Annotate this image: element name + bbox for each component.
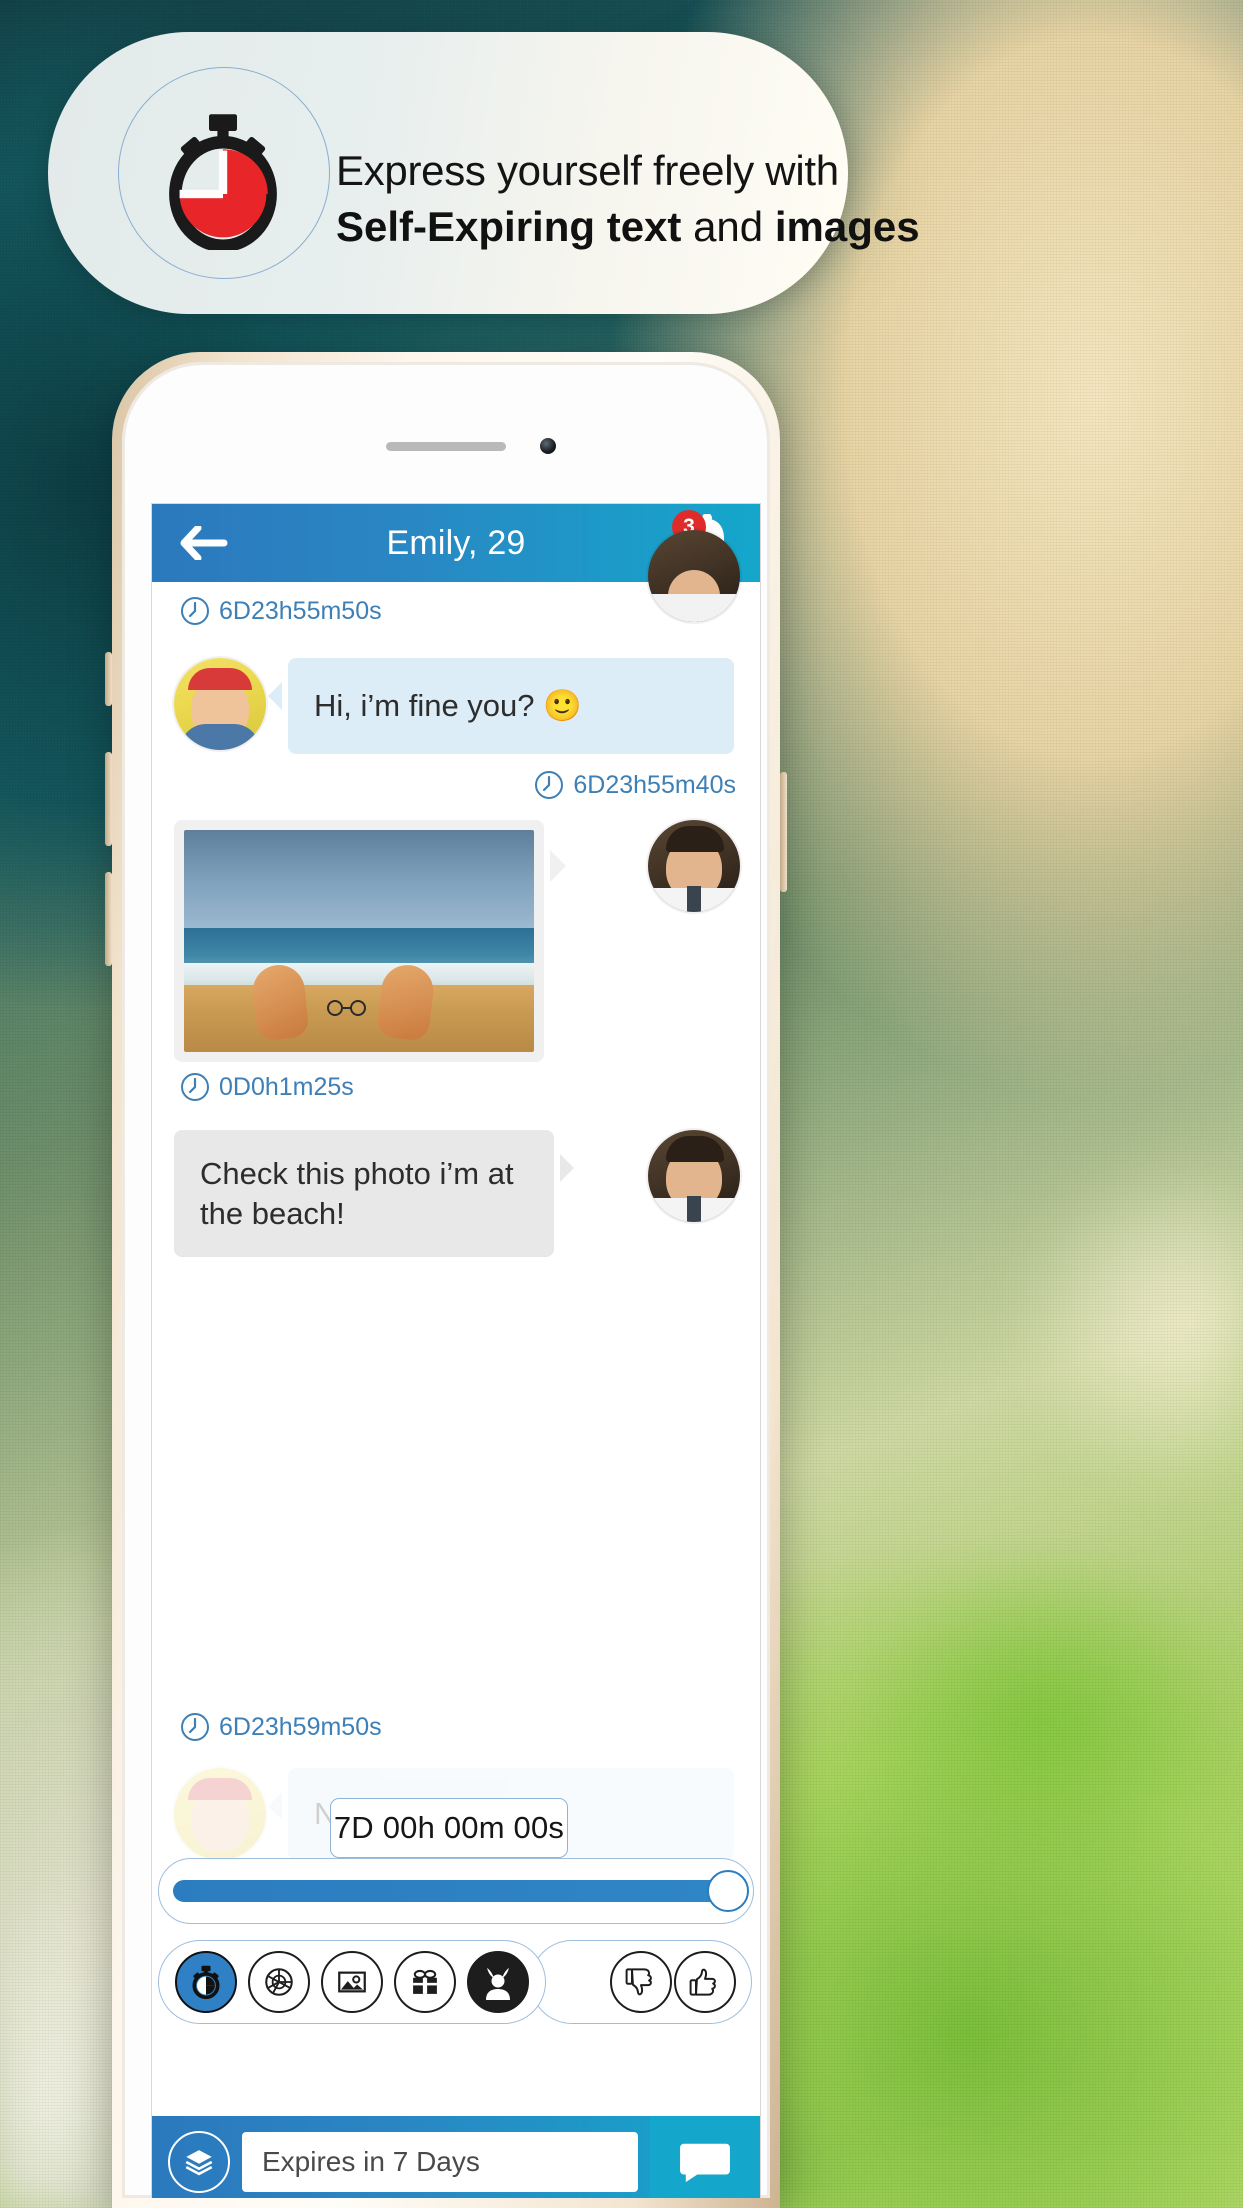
like-button[interactable] xyxy=(674,1951,736,2013)
banner-text-block: Express yourself freely with Self-Expiri… xyxy=(336,144,920,254)
timer-text: 7D 00h 00m 00s xyxy=(333,1810,565,1845)
clock-icon xyxy=(181,597,209,625)
expiry-slider[interactable] xyxy=(158,1858,754,1924)
devil-avatar-icon xyxy=(478,1962,519,2002)
message-timestamp: 6D23h59m50s xyxy=(180,1712,382,1742)
aperture-icon xyxy=(265,1968,293,1996)
message-timestamp: 6D23h55m40s xyxy=(534,770,736,800)
message-timestamp: 6D23h55m50s xyxy=(180,596,382,626)
banner-bold-a: Self-Expiring text xyxy=(336,203,682,250)
message-bubble: Hi, i’m fine you? 🙂 xyxy=(268,658,734,754)
thumbs-up-icon xyxy=(689,1968,716,1996)
message-timestamp: 0D0h1m25s xyxy=(180,1072,354,1102)
timestamp-text: 6D23h55m40s xyxy=(573,770,736,799)
banner-line-1: Express yourself freely with xyxy=(336,147,839,194)
gift-icon xyxy=(413,1969,438,1994)
bubble-tail xyxy=(560,1154,574,1182)
slider-track[interactable] xyxy=(173,1870,749,1912)
banner-bold-b: images xyxy=(774,203,920,250)
bubble-tail xyxy=(268,682,282,710)
clock-icon xyxy=(181,1713,209,1741)
earpiece-speaker xyxy=(386,442,506,451)
expiry-timer-display: 7D 00h 00m 00s xyxy=(330,1798,568,1858)
message-text: Hi, i’m fine you? 🙂 xyxy=(314,688,582,724)
message-bubble: Check this photo i’m at the beach! xyxy=(174,1130,574,1258)
list-item: Hi, i’m fine you? 🙂 xyxy=(174,658,734,754)
image-icon xyxy=(338,1971,366,1993)
banner-line-2: Self-Expiring text and images xyxy=(336,200,920,254)
list-item: Check this photo i’m at the beach! xyxy=(174,1130,740,1258)
timestamp-text: 6D23h59m50s xyxy=(219,1712,382,1741)
layers-button[interactable] xyxy=(168,2131,230,2193)
photo-sand xyxy=(184,985,534,1052)
reaction-toolbar xyxy=(530,1940,752,2024)
bubble-tail xyxy=(268,1792,282,1820)
layers-icon xyxy=(185,2150,213,2176)
avatar xyxy=(174,1768,266,1860)
clock-icon xyxy=(535,771,564,799)
banner-mid-text: and xyxy=(681,203,775,250)
message-input-bar: Expires in 7 Days xyxy=(152,2116,760,2198)
bubble-tail xyxy=(550,850,566,882)
phone-power-button xyxy=(780,772,787,892)
phone-volume-down xyxy=(105,872,112,966)
feature-banner: Express yourself freely with Self-Expiri… xyxy=(48,32,920,314)
timestamp-text: 0D0h1m25s xyxy=(219,1072,354,1101)
image-tool[interactable] xyxy=(320,1951,383,2013)
avatar xyxy=(648,530,740,622)
phone-volume-up xyxy=(105,752,112,846)
chat-bubble-icon xyxy=(680,2143,730,2183)
photo-sky xyxy=(184,830,534,928)
camera-tool[interactable] xyxy=(247,1951,310,2013)
clock-icon xyxy=(181,1073,209,1101)
devil-tool[interactable] xyxy=(467,1951,530,2013)
gift-tool[interactable] xyxy=(394,1951,457,2013)
photo-message[interactable] xyxy=(174,820,566,1062)
stopwatch-icon xyxy=(169,114,277,250)
timestamp-text: 6D23h55m50s xyxy=(219,596,382,625)
stopwatch-tool[interactable] xyxy=(174,1951,237,2013)
app-screen: Emily, 29 3 6D23h55m50s Hi, i’m fine you… xyxy=(152,504,760,2198)
list-item xyxy=(174,820,740,1062)
stopwatch-icon xyxy=(192,1965,220,2000)
front-camera xyxy=(540,438,556,454)
thumbs-down-icon xyxy=(625,1968,652,1996)
avatar[interactable] xyxy=(174,658,266,750)
message-input-value: Expires in 7 Days xyxy=(262,2146,480,2177)
slider-knob[interactable] xyxy=(707,1870,749,1912)
message-text: Check this photo i’m at the beach! xyxy=(200,1156,514,1231)
photo-sunglasses xyxy=(327,1000,366,1017)
send-button[interactable] xyxy=(650,2116,760,2198)
avatar[interactable] xyxy=(648,820,740,912)
phone-mute-switch xyxy=(105,652,112,706)
compose-toolbar xyxy=(158,1940,546,2024)
phone-bezel: Emily, 29 3 6D23h55m50s Hi, i’m fine you… xyxy=(122,362,770,2198)
dislike-button[interactable] xyxy=(610,1951,672,2013)
message-list[interactable]: 6D23h55m50s Hi, i’m fine you? 🙂 6D23h55m… xyxy=(152,530,760,2198)
avatar[interactable] xyxy=(648,1130,740,1222)
search-input[interactable]: Expires in 7 Days xyxy=(242,2132,638,2192)
phone-mockup: Emily, 29 3 6D23h55m50s Hi, i’m fine you… xyxy=(105,352,787,2208)
beach-photo xyxy=(184,830,534,1052)
